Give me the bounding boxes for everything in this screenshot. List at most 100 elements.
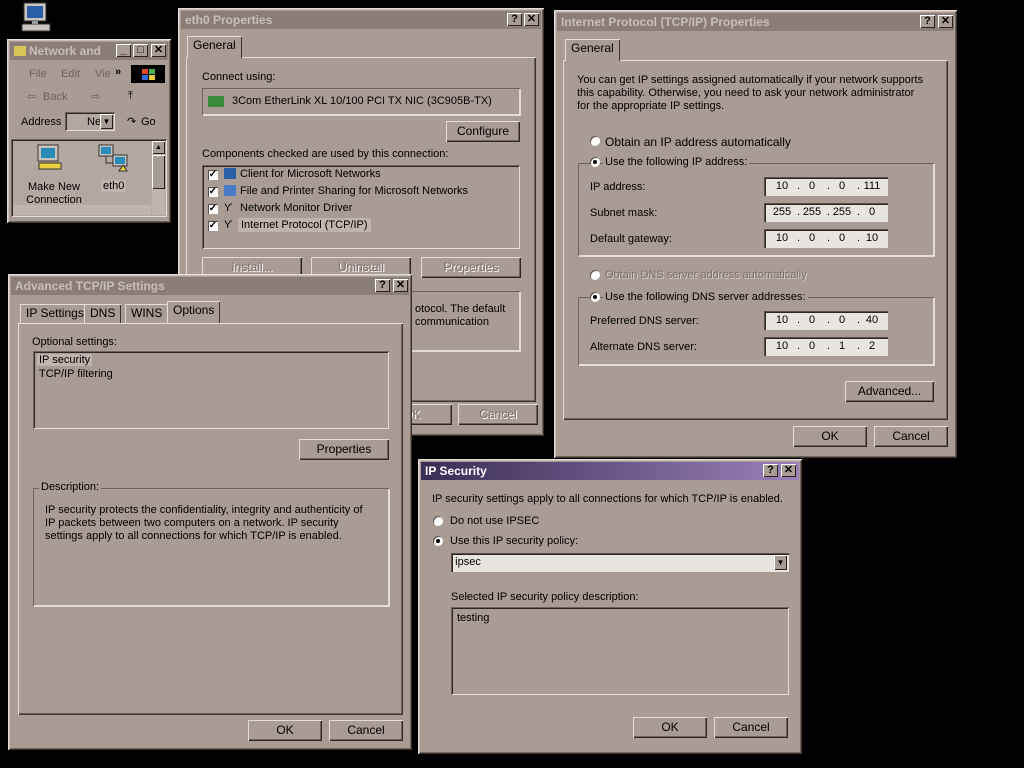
properties-button[interactable]: Properties [421,257,521,278]
component-checkbox[interactable]: ✓ [208,170,218,180]
vertical-scrollbar[interactable]: ▲ [152,141,165,215]
up-folder-icon[interactable]: ⤒ [128,90,133,103]
ip-address-field[interactable]: 10. 0. 0. 111 [764,177,888,196]
ip-security-window: IP Security ? ✕ IP security settings app… [418,459,802,754]
chevron-down-icon[interactable]: ▼ [774,555,787,570]
use-dns-label[interactable]: Use the following DNS server addresses: [603,291,808,303]
obtain-ip-auto-radio[interactable] [590,136,600,146]
obtain-dns-auto-radio[interactable] [590,270,600,280]
menu-edit[interactable]: Edit [61,68,80,80]
use-dns-radio[interactable] [590,292,600,302]
components-list: ✓ Client for Microsoft Networks ✓ File a… [202,165,520,249]
explorer-window: Network and _ □ ✕ File Edit Vie » ⇦ Back… [7,39,171,223]
ok-button[interactable]: OK [633,717,707,738]
close-icon[interactable]: ✕ [524,13,539,26]
use-ip-label[interactable]: Use the following IP address: [603,156,750,168]
horizontal-scrollbar[interactable] [13,205,151,215]
advanced-button[interactable]: Advanced... [845,381,934,402]
subnet-mask-label: Subnet mask: [590,207,658,219]
components-label: Components checked are used by this conn… [202,148,449,160]
minimize-icon[interactable]: _ [116,44,131,57]
optional-settings-label: Optional settings: [32,336,117,348]
use-policy-radio[interactable] [433,536,443,546]
tab-ip-settings[interactable]: IP Settings [20,304,90,323]
eth0-title-bar: eth0 Properties [181,11,541,29]
toolbar: ⇦ Back ⇨ ⤒ [13,87,163,107]
component-checkbox[interactable]: ✓ [208,221,218,231]
menu-file[interactable]: File [29,68,47,80]
back-arrow-icon[interactable]: ⇦ [27,90,36,103]
preferred-dns-field[interactable]: 10. 0. 0. 40 [764,311,888,330]
option-ip-security[interactable]: IP security [37,354,93,366]
back-button[interactable]: Back [43,91,67,103]
tab-general[interactable]: General [187,36,242,58]
cancel-button[interactable]: Cancel [329,720,403,741]
eth0-label[interactable]: eth0 [101,180,127,192]
close-icon[interactable]: ✕ [781,464,796,477]
do-not-use-ipsec-radio[interactable] [433,516,443,526]
menu-view[interactable]: Vie [95,68,111,80]
my-computer-icon[interactable] [20,2,54,34]
use-policy-label[interactable]: Use this IP security policy: [450,535,578,547]
configure-button[interactable]: Configure [446,121,520,142]
component-label[interactable]: Internet Protocol (TCP/IP) [238,218,371,232]
component-label[interactable]: Client for Microsoft Networks [240,168,381,180]
preferred-dns-label: Preferred DNS server: [590,315,699,327]
cancel-button[interactable]: Cancel [458,404,538,425]
go-arrow-icon[interactable]: ↷ [127,115,136,128]
tcpip-properties-window: Internet Protocol (TCP/IP) Properties ? … [554,10,957,458]
policy-select[interactable]: ipsec ▼ [451,553,789,572]
adapter-name: 3Com EtherLink XL 10/100 PCI TX NIC (3C9… [232,95,492,107]
tab-wins[interactable]: WINS [125,304,169,323]
tcpip-tab-body: You can get IP settings assigned automat… [563,60,948,420]
help-icon[interactable]: ? [920,15,935,28]
ok-button[interactable]: OK [793,426,867,447]
component-label[interactable]: Network Monitor Driver [240,202,352,214]
menu-bar: File Edit Vie » [13,65,165,83]
component-checkbox[interactable]: ✓ [208,204,218,214]
address-input[interactable]: Net ▼ [65,112,115,131]
cancel-button[interactable]: Cancel [714,717,788,738]
ok-button[interactable]: OK [248,720,322,741]
advanced-tab-body: Optional settings: IP security TCP/IP fi… [18,323,403,715]
close-icon[interactable]: ✕ [393,279,408,292]
windows-logo-icon [131,65,165,83]
dns-group: Preferred DNS server: 10. 0. 0. 40 Alter… [578,297,934,365]
protocol-icon: Ƴ [224,219,233,231]
tab-dns[interactable]: DNS [84,304,122,323]
address-bar: Address Net ▼ ↷ Go [13,111,163,133]
tab-options[interactable]: Options [167,301,221,323]
properties-button[interactable]: Properties [299,439,389,460]
obtain-dns-auto-label[interactable]: Obtain DNS server address automatically [605,269,807,281]
maximize-icon[interactable]: □ [133,44,148,57]
make-new-connection-icon[interactable] [35,143,65,173]
help-icon[interactable]: ? [375,279,390,292]
close-icon[interactable]: ✕ [151,44,166,57]
tcpip-title-bar: Internet Protocol (TCP/IP) Properties [557,13,954,31]
network-connection-icon[interactable] [97,143,131,173]
use-ip-radio[interactable] [590,157,600,167]
chevron-down-icon[interactable]: ▼ [100,114,113,129]
network-card-icon [208,96,224,107]
cancel-button[interactable]: Cancel [874,426,948,447]
make-new-connection-label[interactable]: Make New Connection [19,181,89,207]
explorer-title: Network and [29,44,102,58]
forward-arrow-icon[interactable]: ⇨ [91,90,100,103]
go-button[interactable]: Go [141,116,156,128]
ip-security-title-bar: IP Security [421,462,799,480]
close-icon[interactable]: ✕ [938,15,953,28]
description-label: Description: [39,481,102,493]
help-icon[interactable]: ? [763,464,778,477]
default-gateway-field[interactable]: 10. 0. 0. 10 [764,229,888,248]
help-icon[interactable]: ? [507,13,522,26]
component-label[interactable]: File and Printer Sharing for Microsoft N… [240,185,468,197]
component-checkbox[interactable]: ✓ [208,187,218,197]
tab-general[interactable]: General [565,39,620,61]
subnet-mask-field[interactable]: 255. 255. 255. 0 [764,203,888,222]
do-not-use-ipsec-label[interactable]: Do not use IPSEC [450,515,539,527]
obtain-ip-auto-label[interactable]: Obtain an IP address automatically [605,135,791,149]
chevron-right-icon[interactable]: » [115,66,121,78]
client-icon [224,168,236,179]
option-tcpip-filtering[interactable]: TCP/IP filtering [39,368,113,380]
alternate-dns-field[interactable]: 10. 0. 1. 2 [764,337,888,356]
